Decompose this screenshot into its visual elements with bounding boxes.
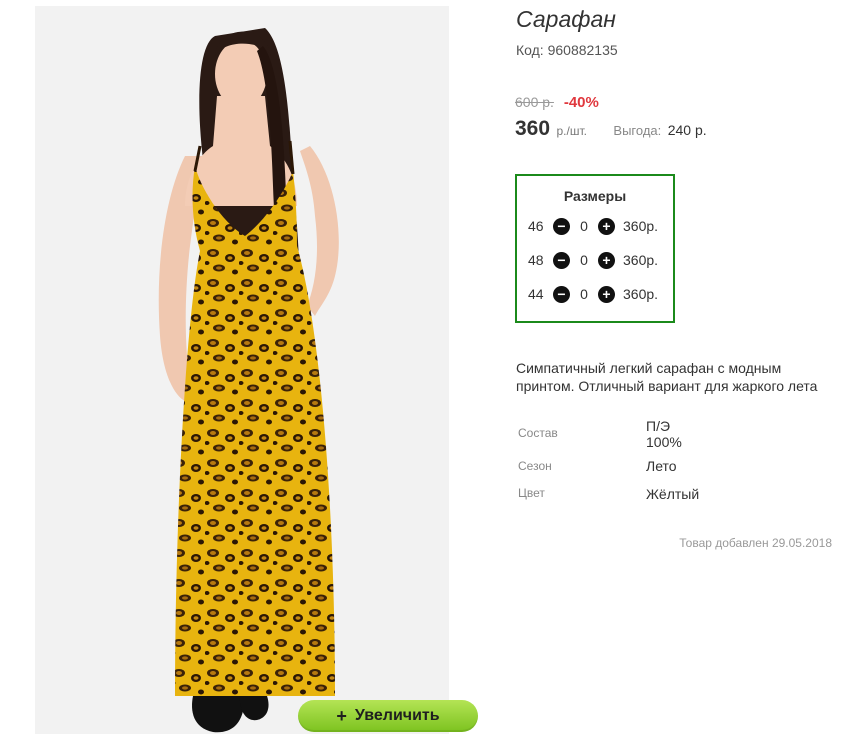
model-image [158, 28, 339, 733]
product-title: Сарафан [516, 6, 616, 32]
size-price: 360р. [623, 218, 659, 234]
size-value: 46 [528, 218, 544, 234]
sizes-title: Размеры [563, 188, 627, 204]
property-value: Лето [646, 458, 677, 474]
old-price-row: 600 р. -40% [515, 94, 599, 111]
property-label: Состав [518, 426, 558, 440]
plus-icon: + [336, 706, 347, 726]
savings-value: 240 р. [667, 122, 707, 138]
date-added: Товар добавлен 29.05.2018 [679, 536, 832, 550]
price-unit: р./шт. [556, 124, 587, 138]
minus-icon[interactable]: − [553, 217, 570, 235]
plus-icon[interactable]: + [598, 285, 615, 303]
discount-badge: -40% [563, 94, 599, 111]
quantity-value: 0 [580, 252, 588, 268]
size-value: 48 [528, 252, 544, 268]
sizes-box: Размеры 46 − 0 + 360р. 48 − 0 + 360р. 44… [515, 174, 675, 323]
plus-icon[interactable]: + [598, 251, 615, 269]
quantity-value: 0 [580, 286, 588, 302]
minus-icon[interactable]: − [553, 285, 570, 303]
size-row: 46 − 0 + 360р. [528, 216, 658, 236]
savings-label: Выгода: [613, 123, 662, 138]
old-price: 600 р. [515, 94, 554, 110]
size-row: 48 − 0 + 360р. [528, 250, 658, 270]
property-value: П/Э 100% [646, 418, 682, 450]
zoom-button[interactable]: + Увеличить [298, 700, 478, 732]
product-code: Код: 960882135 [516, 42, 618, 58]
property-value: Жёлтый [646, 486, 700, 502]
minus-icon[interactable]: − [553, 251, 570, 269]
size-row: 44 − 0 + 360р. [528, 284, 658, 304]
plus-icon[interactable]: + [598, 217, 615, 235]
zoom-button-label: Увеличить [354, 707, 440, 724]
size-value: 44 [528, 286, 544, 302]
size-price: 360р. [623, 252, 659, 268]
quantity-value: 0 [580, 218, 588, 234]
size-price: 360р. [623, 286, 659, 302]
property-value-line: 100% [646, 434, 682, 450]
property-label: Сезон [518, 459, 552, 473]
current-price: 360 [515, 117, 551, 140]
product-photo[interactable] [35, 6, 449, 734]
property-label: Цвет [518, 486, 545, 500]
product-description: Симпатичный легкий сарафан с модным прин… [516, 360, 818, 394]
price-row: 360 р./шт. Выгода: 240 р. [515, 117, 707, 141]
property-value-line: П/Э [646, 418, 671, 434]
